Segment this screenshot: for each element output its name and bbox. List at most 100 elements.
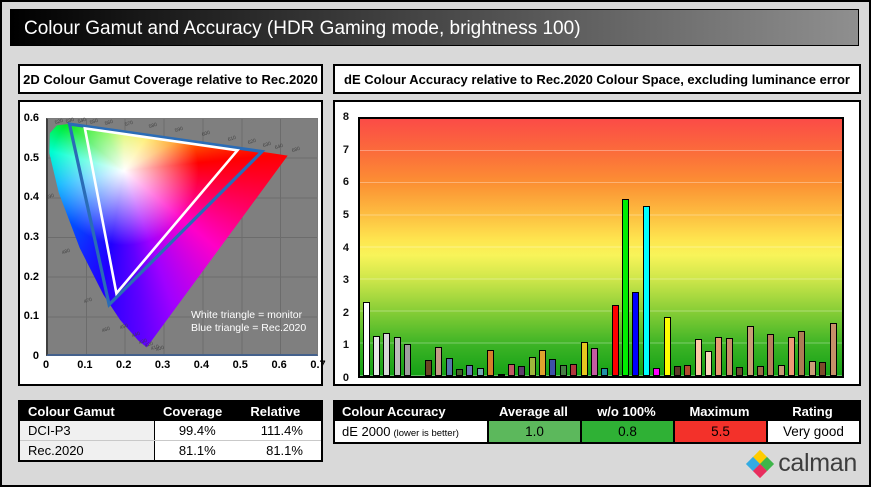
de-bar (684, 365, 692, 376)
cie-x-tick-label: 0.4 (193, 359, 210, 371)
de-bar (487, 349, 495, 376)
de-bar (777, 365, 785, 376)
de-bar (788, 337, 795, 376)
accuracy-header-rating: Rating (792, 404, 833, 419)
de-bar (497, 374, 505, 376)
de-bar (518, 365, 526, 376)
accuracy-rating-value: Very good (765, 421, 859, 442)
de-bar (476, 367, 484, 376)
de-bar (673, 366, 681, 376)
de-bar (466, 364, 474, 376)
annotation-line-monitor: White triangle = monitor (190, 309, 303, 321)
de-bar (653, 367, 661, 376)
cie-plot: White triangle = monitor Blue triangle =… (45, 117, 318, 356)
gamut-coverage-value: 99.4% (178, 423, 216, 438)
de-bar (393, 337, 401, 376)
de-bar (622, 199, 629, 376)
de-bar (746, 326, 754, 376)
de-y-tick-label: 2 (342, 306, 349, 319)
de-y-tick-label: 1 (342, 339, 349, 352)
de-bar (373, 335, 381, 376)
cie-y-tick-label: 0.1 (23, 310, 39, 323)
de-bar (580, 342, 588, 376)
accuracy-maximum-value: 5.5 (672, 421, 766, 442)
de-y-tick-label: 5 (342, 208, 349, 221)
accuracy-average-value: 1.0 (486, 421, 580, 442)
accuracy-chart-header: dE Colour Accuracy relative to Rec.2020 … (333, 64, 861, 94)
cie-x-tick-label: 0.2 (116, 359, 132, 371)
de-bars (360, 119, 842, 376)
de2000-note: (lower is better) (393, 428, 459, 439)
calman-logo: calman (746, 449, 857, 478)
gamut-table: Colour Gamut Coverage Relative DCI-P3 99… (18, 400, 323, 462)
de-y-tick-label: 4 (342, 241, 349, 254)
report-page: Colour Gamut and Accuracy (HDR Gaming mo… (0, 0, 871, 487)
accuracy-table-header-row: Colour Accuracy Average all w/o 100% Max… (335, 402, 859, 421)
de-y-axis: 0 1 2 3 4 5 6 7 8 (335, 111, 354, 384)
gamut-chart-panel: 0 0.1 0.2 0.3 0.4 0.5 0.6 White triangle = mon… (18, 100, 326, 386)
de-bar (570, 363, 578, 376)
de-bar (725, 338, 733, 376)
accuracy-chart-panel: 0 1 2 3 4 5 6 7 8 (333, 100, 861, 386)
de-bar (590, 347, 598, 376)
de-bar (549, 359, 557, 376)
de-bar (362, 302, 370, 376)
calman-wordmark: calman (778, 449, 857, 477)
accuracy-header-average: Average all (499, 404, 568, 419)
de-bar (539, 349, 546, 376)
de-bar (435, 347, 443, 376)
de-bar (559, 364, 567, 376)
de-bar (383, 332, 391, 376)
de-bar (642, 205, 650, 376)
gamut-relative-value: 81.1% (266, 443, 303, 458)
gamut-row-rec2020: Rec.2020 81.1% 81.1% (20, 440, 321, 460)
de2000-label: dE 2000 (342, 424, 391, 439)
monitor-triangle (85, 128, 238, 293)
page-title: Colour Gamut and Accuracy (HDR Gaming mo… (10, 9, 859, 46)
de-bar (611, 305, 619, 376)
de-bar (715, 337, 723, 376)
de-bar (404, 343, 412, 376)
gamut-table-header-coverage: Coverage (162, 404, 223, 419)
cie-x-tick-label: 0.5 (232, 359, 248, 371)
cie-x-axis: 0 0.1 0.2 0.3 0.4 0.5 0.6 0.7 (42, 359, 326, 373)
de-bar (424, 359, 432, 376)
de-bar (663, 316, 671, 376)
annotation-line-rec2020: Blue triangle = Rec.2020 (190, 322, 307, 334)
de-bar (456, 368, 463, 376)
gamut-row-dci-p3: DCI-P3 99.4% 111.4% (20, 421, 321, 440)
de-bar (798, 331, 806, 376)
de-plot (358, 117, 844, 378)
cie-x-tick-label: 0 (42, 359, 50, 371)
cie-y-tick-label: 0.6 (23, 112, 39, 124)
de-bar (528, 357, 536, 376)
cie-y-axis: 0 0.1 0.2 0.3 0.4 0.5 0.6 (20, 112, 43, 362)
de-y-tick-label: 8 (342, 111, 349, 123)
gamut-chart-header: 2D Colour Gamut Coverage relative to Rec… (18, 64, 323, 94)
rec2020-triangle (70, 124, 263, 305)
gamut-label: DCI-P3 (20, 421, 156, 440)
de-bar (705, 350, 712, 376)
de-bar (756, 366, 764, 376)
de-bar (507, 363, 515, 376)
de-y-tick-label: 6 (342, 176, 349, 189)
cie-y-tick-label: 0.4 (23, 191, 39, 204)
cie-x-tick-label: 0.7 (310, 359, 326, 371)
gamut-label: Rec.2020 (20, 441, 156, 460)
de-y-tick-label: 7 (342, 143, 349, 156)
gamut-relative-value: 111.4% (260, 423, 303, 438)
cie-y-tick-label: 0 (32, 350, 39, 362)
de-bar (601, 367, 609, 376)
de-bar (819, 361, 827, 376)
accuracy-wo100-value: 0.8 (579, 421, 673, 442)
de-y-tick-label: 0 (342, 372, 349, 384)
de-bar (767, 334, 775, 376)
cie-y-tick-label: 0.2 (23, 270, 39, 283)
de-y-tick-label: 3 (342, 274, 349, 287)
accuracy-data-row: dE 2000 (lower is better) 1.0 0.8 5.5 Ver… (335, 421, 859, 442)
de-bar (808, 360, 816, 376)
calman-diamond-icon (746, 449, 775, 478)
de-bar (829, 323, 837, 376)
gamut-table-header-name: Colour Gamut (28, 404, 115, 419)
cie-x-tick-label: 0.6 (271, 359, 287, 371)
